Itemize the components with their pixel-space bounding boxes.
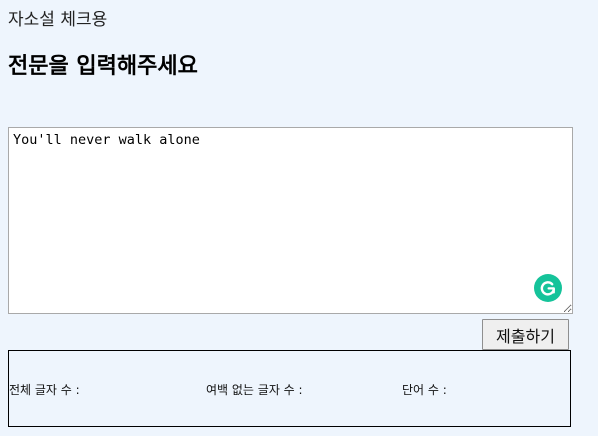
results-panel: 전체 글자 수 : 여백 없는 글자 수 : 단어 수 : — [8, 350, 571, 427]
total-char-count-label: 전체 글자 수 : — [9, 383, 80, 397]
app-title: 자소설 체크용 — [8, 10, 108, 30]
grammarly-g-glyph — [540, 281, 555, 296]
page-heading: 전문을 입력해주세요 — [8, 54, 198, 79]
no-space-char-count-label: 여백 없는 글자 수 : — [206, 383, 303, 397]
word-count-label: 단어 수 : — [402, 383, 447, 397]
text-input-container — [8, 127, 573, 314]
essay-textarea[interactable] — [8, 127, 573, 314]
grammarly-icon[interactable] — [534, 274, 562, 302]
submit-button[interactable]: 제출하기 — [482, 319, 569, 350]
